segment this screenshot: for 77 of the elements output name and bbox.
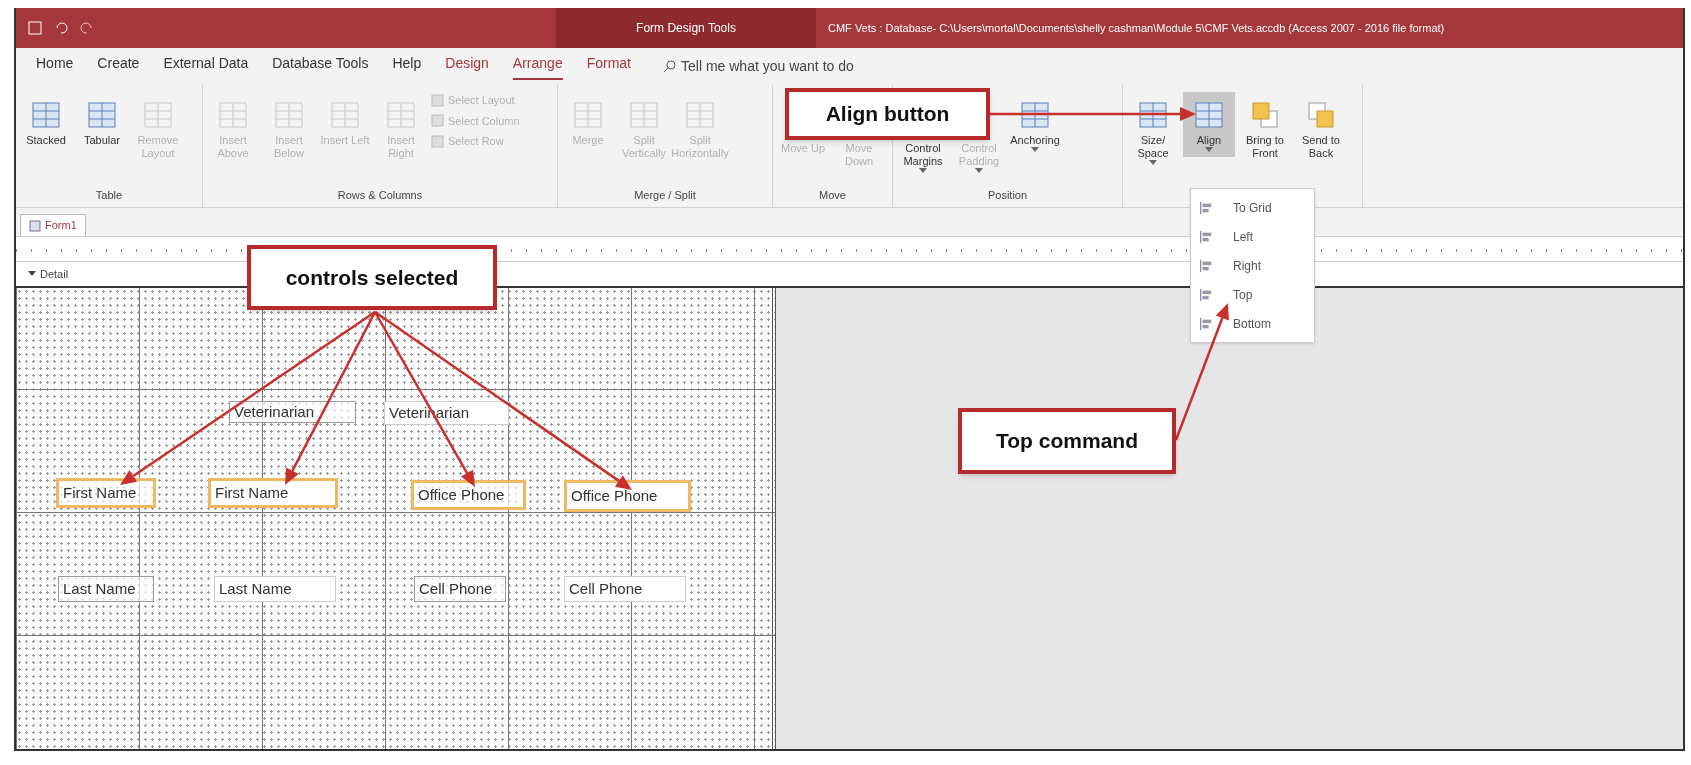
- group-label: Rows & Columns: [336, 187, 424, 203]
- table-grid-icon: [684, 99, 716, 131]
- ribbon-tab[interactable]: Database Tools: [272, 52, 369, 80]
- select-icon: [431, 93, 444, 107]
- group-label: Merge / Split: [633, 187, 697, 203]
- search-icon: [663, 59, 677, 73]
- ribbon-button[interactable]: Stacked: [20, 92, 72, 151]
- align-icon: [1199, 258, 1213, 273]
- collapse-icon: [28, 271, 36, 277]
- form-label[interactable]: Last Name: [58, 576, 154, 602]
- callout-label: Top command: [958, 408, 1176, 474]
- ribbon-button[interactable]: Send to Back: [1295, 92, 1347, 164]
- form-textbox[interactable]: First Name: [208, 478, 338, 508]
- menu-item[interactable]: Left: [1191, 222, 1314, 251]
- redo-icon: [80, 21, 94, 35]
- ribbon-button[interactable]: Control Margins: [897, 138, 949, 178]
- ribbon-button[interactable]: Align: [1183, 92, 1235, 157]
- caret-icon: [1205, 147, 1213, 153]
- form-label[interactable]: Veterinarian: [229, 401, 356, 423]
- menu-item[interactable]: Right: [1191, 251, 1314, 280]
- table-grid-icon: [273, 99, 305, 131]
- table-grid-icon: [1137, 99, 1169, 131]
- save-icon: [28, 21, 42, 35]
- select-icon: [431, 114, 444, 128]
- table-grid-icon: [30, 99, 62, 131]
- caret-icon: [975, 168, 983, 174]
- menu-item[interactable]: Bottom: [1191, 309, 1314, 338]
- table-grid-icon: [1193, 99, 1225, 131]
- caret-icon: [1031, 147, 1039, 153]
- undo-icon: [54, 21, 68, 35]
- table-grid-icon: [1019, 99, 1051, 131]
- ribbon-tab[interactable]: External Data: [163, 52, 249, 80]
- tell-me-field[interactable]: Tell me what you want to do: [663, 55, 921, 77]
- callout-label: controls selected: [247, 245, 497, 310]
- form-textbox[interactable]: Office Phone: [564, 480, 691, 512]
- caret-icon: [1149, 160, 1157, 166]
- ribbon-button[interactable]: Bring to Front: [1239, 92, 1291, 164]
- form-textbox[interactable]: Cell Phone: [564, 576, 686, 602]
- table-grid-icon: [217, 99, 249, 131]
- form-textbox[interactable]: Last Name: [214, 576, 336, 602]
- layers-icon: [1249, 99, 1281, 131]
- form-label[interactable]: Office Phone: [411, 480, 526, 510]
- align-icon: [1199, 287, 1213, 302]
- ribbon-tab[interactable]: Format: [586, 52, 631, 80]
- ribbon-tab[interactable]: Create: [97, 52, 140, 80]
- contextual-tab-label: Form Design Tools: [556, 8, 816, 48]
- form-label[interactable]: Cell Phone: [414, 576, 506, 602]
- group-label: Table: [94, 187, 124, 203]
- table-grid-icon: [385, 99, 417, 131]
- group-label: Position: [986, 187, 1029, 203]
- align-icon: [1199, 316, 1213, 331]
- table-grid-icon: [86, 99, 118, 131]
- table-grid-icon: [329, 99, 361, 131]
- callout-label: Align button: [785, 88, 990, 140]
- section-header: Detail: [28, 265, 69, 283]
- select-icon: [431, 134, 444, 148]
- menu-item[interactable]: To Grid: [1191, 193, 1314, 222]
- ribbon-button[interactable]: Tabular: [76, 92, 128, 151]
- menu-item[interactable]: Top: [1191, 280, 1314, 309]
- form-icon: [29, 219, 41, 232]
- table-grid-icon: [572, 99, 604, 131]
- table-grid-icon: [628, 99, 660, 131]
- ribbon-tab[interactable]: Arrange: [512, 52, 563, 80]
- align-icon: [1199, 200, 1213, 215]
- ribbon-button[interactable]: Anchoring: [1009, 92, 1061, 157]
- group-label: Move: [818, 187, 847, 203]
- window-title: CMF Vets : Database- C:\Users\mortal\Documents\shelly cashman\Module 5\CMF Vets.accdb (Access 2007 - 2016 file format): [827, 20, 1446, 36]
- layers-icon: [1305, 99, 1337, 131]
- caret-icon: [919, 168, 927, 174]
- ribbon-tab[interactable]: Home: [36, 52, 74, 80]
- ribbon-tab[interactable]: Design: [445, 52, 489, 80]
- form-label[interactable]: First Name: [56, 478, 156, 508]
- ribbon-button[interactable]: Size/ Space: [1127, 92, 1179, 170]
- document-tab[interactable]: Form1: [20, 214, 86, 236]
- ribbon-tab[interactable]: Help: [392, 52, 422, 80]
- align-icon: [1199, 229, 1213, 244]
- table-grid-icon: [142, 99, 174, 131]
